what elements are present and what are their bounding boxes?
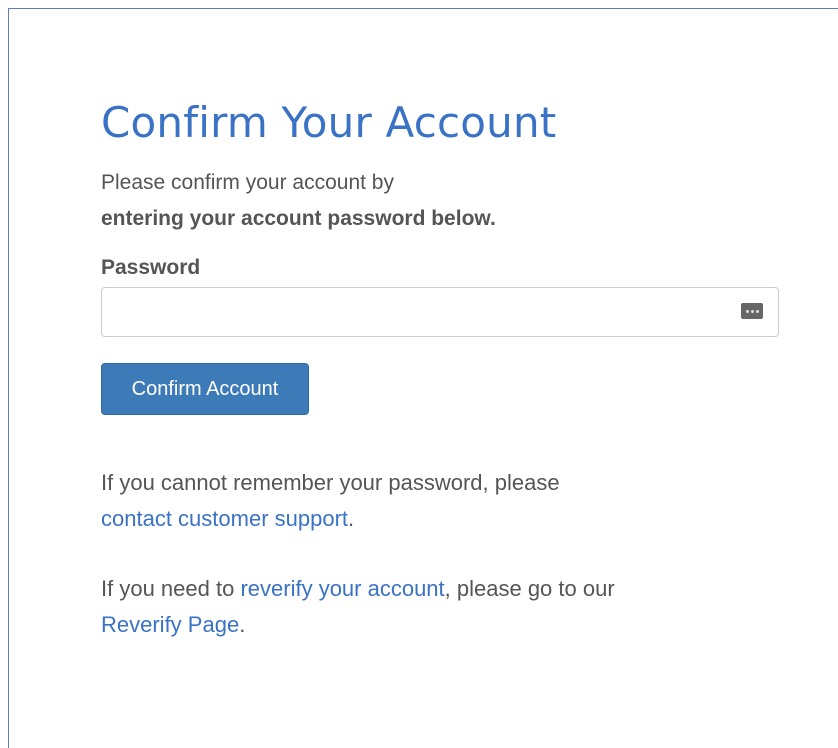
forgot-password-help: If you cannot remember your password, pl… xyxy=(101,465,781,537)
reverify-suffix: . xyxy=(239,612,246,637)
reverify-mid-text: , please go to our xyxy=(444,576,615,601)
page-title: Confirm Your Account xyxy=(101,98,557,147)
intro-text: Please confirm your account by entering … xyxy=(101,165,781,237)
support-suffix: . xyxy=(348,506,355,531)
page-frame: Confirm Your Account Please confirm your… xyxy=(8,8,838,748)
password-field-wrapper xyxy=(101,287,779,337)
intro-line-1: Please confirm your account by xyxy=(101,171,394,194)
reverify-prefix-text: If you need to xyxy=(101,576,235,601)
reverify-page-link[interactable]: Reverify Page xyxy=(101,612,239,637)
confirm-account-button[interactable]: Confirm Account xyxy=(101,363,309,415)
password-label: Password xyxy=(101,256,201,279)
forgot-password-text: If you cannot remember your password, pl… xyxy=(101,470,560,495)
reverify-help: If you need to reverify your account, pl… xyxy=(101,571,781,643)
reverify-account-link[interactable]: reverify your account xyxy=(240,576,444,601)
password-input[interactable] xyxy=(101,287,779,337)
contact-support-link[interactable]: contact customer support xyxy=(101,506,348,531)
password-dots-icon[interactable] xyxy=(741,303,763,319)
intro-line-2: entering your account password below. xyxy=(101,207,496,230)
confirm-account-panel: Confirm Your Account Please confirm your… xyxy=(101,95,781,643)
